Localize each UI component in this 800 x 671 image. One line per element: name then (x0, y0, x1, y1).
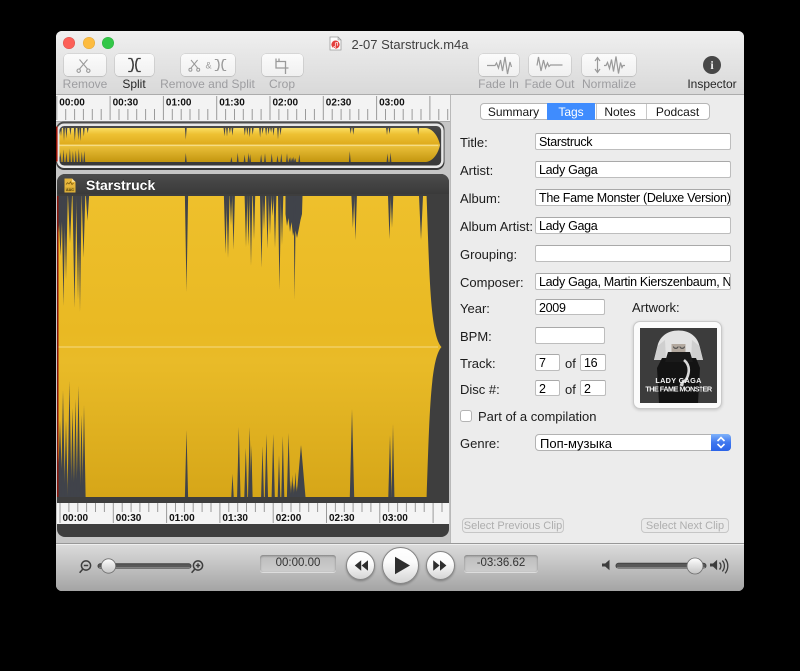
svg-text:01:00: 01:00 (169, 513, 195, 524)
svg-text:02:30: 02:30 (329, 513, 355, 524)
svg-text:&: & (205, 61, 211, 71)
svg-text:02:00: 02:00 (276, 513, 302, 524)
svg-text:01:30: 01:30 (222, 513, 248, 524)
svg-text:03:00: 03:00 (382, 513, 408, 524)
svg-text:00:30: 00:30 (116, 513, 142, 524)
svg-text:00:00: 00:00 (63, 513, 89, 524)
svg-text:AAC: AAC (66, 188, 74, 192)
svg-text:THE FAME MONS†ER: THE FAME MONS†ER (645, 385, 712, 394)
